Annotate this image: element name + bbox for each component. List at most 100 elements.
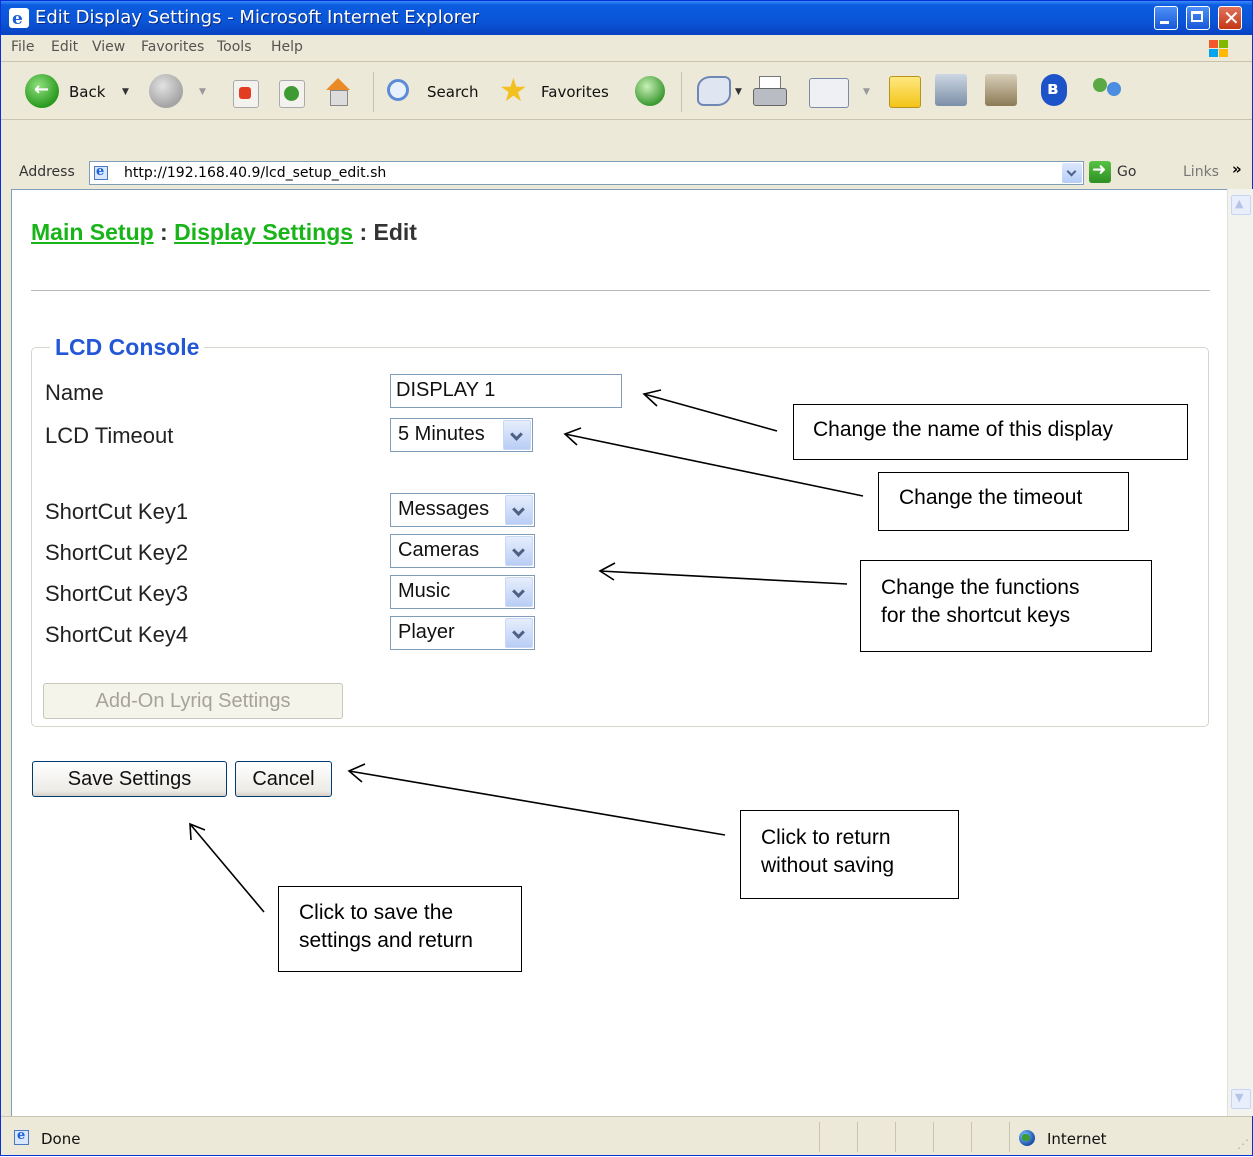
bluetooth-icon[interactable]: ʙ <box>1041 74 1067 106</box>
callout-cancel-line2: without saving <box>761 854 895 877</box>
forward-dropdown-icon[interactable]: ▼ <box>199 87 206 97</box>
lcd-timeout-label: LCD Timeout <box>45 423 174 448</box>
callout-name: Change the name of this display <box>793 404 1188 460</box>
vertical-scrollbar[interactable]: ▲ ▼ <box>1227 189 1253 1116</box>
shortcut-key4-select[interactable]: Player <box>390 616 535 650</box>
scroll-down-icon[interactable]: ▼ <box>1231 1089 1251 1109</box>
callout-cancel-line1: Click to return <box>761 826 891 849</box>
back-button[interactable]: ← <box>25 74 59 108</box>
lcd-timeout-select[interactable]: 5 Minutes <box>390 418 533 452</box>
menu-tools[interactable]: Tools <box>217 39 252 55</box>
search-label[interactable]: Search <box>427 83 479 101</box>
callout-shortcuts-line1: Change the functions <box>881 576 1080 599</box>
refresh-icon[interactable] <box>279 80 305 108</box>
chevron-down-icon[interactable] <box>505 536 533 566</box>
shortcut-key3-label: ShortCut Key3 <box>45 581 189 606</box>
callout-save: Click to save the settings and return <box>278 886 522 972</box>
links-button[interactable]: Links <box>1183 164 1219 180</box>
edit-icon[interactable] <box>809 78 849 108</box>
shortcut-key4-value: Player <box>398 621 455 643</box>
mail-dropdown-icon[interactable]: ▼ <box>735 87 742 97</box>
callout-timeout-text: Change the timeout <box>899 486 1083 509</box>
callout-shortcuts: Change the functions for the shortcut ke… <box>860 560 1152 652</box>
breadcrumb-display-settings[interactable]: Display Settings <box>174 219 353 245</box>
close-icon: ✕ <box>1223 6 1240 30</box>
page-icon: e <box>93 164 109 181</box>
home-icon[interactable] <box>323 78 353 106</box>
shortcut-key2-value: Cameras <box>398 539 480 561</box>
favorites-star-icon[interactable]: ★ <box>499 71 528 109</box>
breadcrumb: Main Setup : Display Settings : Edit <box>31 219 417 246</box>
history-icon[interactable] <box>635 76 665 106</box>
cancel-button[interactable]: Cancel <box>235 761 332 797</box>
status-bar: e Done Internet ⋰ <box>1 1116 1252 1157</box>
contacts-icon[interactable] <box>1091 76 1127 106</box>
shortcut-key3-select[interactable]: Music <box>390 575 535 609</box>
edit-dropdown-icon[interactable]: ▼ <box>863 87 870 97</box>
chevron-down-icon[interactable] <box>503 420 531 450</box>
menu-help[interactable]: Help <box>271 39 303 55</box>
page-done-icon: e <box>13 1128 31 1147</box>
minimize-button[interactable] <box>1154 6 1178 30</box>
ie-icon: e <box>9 8 29 29</box>
back-label: Back <box>69 83 106 101</box>
forward-arrow-icon[interactable] <box>149 74 183 108</box>
shortcut-key1-value: Messages <box>398 498 490 520</box>
mail-icon[interactable] <box>697 76 731 106</box>
browser-window: e Edit Display Settings - Microsoft Inte… <box>0 0 1253 1156</box>
discuss-icon[interactable] <box>889 76 921 108</box>
menu-edit[interactable]: Edit <box>51 39 78 55</box>
address-bar: Address e http://192.168.40.9/lcd_setup_… <box>1 158 1252 188</box>
messenger-icon[interactable] <box>935 74 967 106</box>
address-input[interactable]: e http://192.168.40.9/lcd_setup_edit.sh <box>89 161 1084 185</box>
research-icon[interactable] <box>985 74 1017 106</box>
window-title: Edit Display Settings - Microsoft Intern… <box>35 7 480 28</box>
close-button[interactable]: ✕ <box>1218 6 1242 30</box>
save-settings-button[interactable]: Save Settings <box>32 761 227 797</box>
go-button[interactable]: Go <box>1089 160 1145 185</box>
print-icon[interactable] <box>753 76 787 106</box>
internet-zone-icon <box>1019 1130 1035 1146</box>
shortcut-key4-label: ShortCut Key4 <box>45 622 189 647</box>
chevron-down-icon[interactable] <box>505 577 533 607</box>
maximize-button[interactable] <box>1186 6 1210 30</box>
breadcrumb-separator: : <box>353 219 374 245</box>
chevron-down-icon[interactable] <box>505 495 533 525</box>
callout-cancel: Click to return without saving <box>740 810 959 899</box>
links-chevron-icon[interactable]: » <box>1232 160 1242 178</box>
callout-save-line2: settings and return <box>299 929 473 952</box>
go-arrow-icon <box>1089 160 1111 183</box>
shortcut-key3-value: Music <box>398 580 451 602</box>
shortcut-key2-select[interactable]: Cameras <box>390 534 535 568</box>
shortcut-key2-label: ShortCut Key2 <box>45 540 189 565</box>
callout-save-line1: Click to save the <box>299 901 454 924</box>
search-icon[interactable] <box>387 79 409 101</box>
resize-grip-icon[interactable]: ⋰ <box>1237 1137 1249 1151</box>
menu-view[interactable]: View <box>92 39 125 55</box>
addon-lyriq-settings-button[interactable]: Add-On Lyriq Settings <box>43 683 343 719</box>
security-zone-text: Internet <box>1047 1130 1107 1148</box>
back-dropdown-icon[interactable]: ▼ <box>122 87 129 97</box>
display-name-input[interactable]: DISPLAY 1 <box>390 374 622 408</box>
address-dropdown-icon[interactable] <box>1062 163 1082 183</box>
callout-name-text: Change the name of this display <box>813 418 1114 441</box>
address-url[interactable]: http://192.168.40.9/lcd_setup_edit.sh <box>124 165 386 181</box>
stop-icon[interactable] <box>233 80 259 108</box>
favorites-label[interactable]: Favorites <box>541 83 609 101</box>
scroll-up-icon[interactable]: ▲ <box>1231 195 1251 215</box>
page-content: Main Setup : Display Settings : Edit LCD… <box>11 189 1228 1116</box>
menu-bar: File Edit View Favorites Tools Help <box>1 35 1252 62</box>
lcd-timeout-value: 5 Minutes <box>398 423 485 445</box>
breadcrumb-main-setup[interactable]: Main Setup <box>31 219 154 245</box>
go-label: Go <box>1117 164 1137 180</box>
shortcut-key1-label: ShortCut Key1 <box>45 499 189 524</box>
title-bar[interactable]: e Edit Display Settings - Microsoft Inte… <box>1 1 1252 35</box>
chevron-down-icon[interactable] <box>505 618 533 648</box>
menu-favorites[interactable]: Favorites <box>141 39 204 55</box>
menu-file[interactable]: File <box>11 39 34 55</box>
standard-toolbar: ← Back ▼ ▼ Search ★ Favorites ▼ ▼ ʙ <box>1 62 1252 120</box>
shortcut-key1-select[interactable]: Messages <box>390 493 535 527</box>
status-text: Done <box>41 1130 81 1148</box>
breadcrumb-current: Edit <box>373 219 417 245</box>
fieldset-legend: LCD Console <box>50 334 205 361</box>
